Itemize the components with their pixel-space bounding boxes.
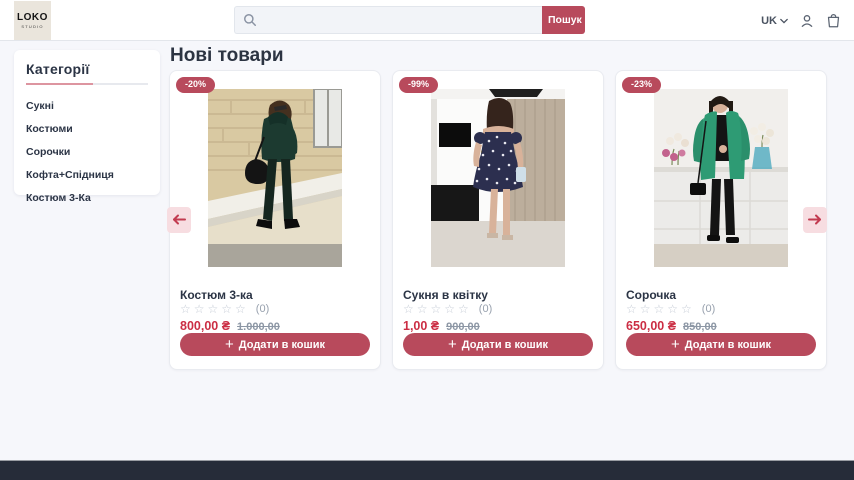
add-to-cart-button[interactable]: + Додати в кошик	[626, 333, 816, 356]
discount-badge: -99%	[399, 77, 438, 93]
language-label: UK	[761, 15, 777, 27]
footer	[0, 460, 854, 480]
rating: ☆☆☆☆☆ (0)	[180, 303, 269, 315]
search-button[interactable]: Пошук	[542, 6, 585, 34]
sidebar-item-kofta-spidnytsia[interactable]: Кофта+Спідниця	[26, 163, 148, 186]
carousel-prev-button[interactable]	[167, 207, 191, 233]
product-title[interactable]: Сорочка	[626, 288, 676, 302]
arrow-left-icon	[172, 213, 186, 228]
star-icons: ☆☆☆☆☆	[180, 303, 249, 315]
header: LOKO STUDIO Пошук UK	[0, 0, 854, 41]
price-row: 1,00 ₴ 900,00	[403, 319, 480, 333]
header-actions: UK	[761, 0, 841, 41]
add-to-cart-button[interactable]: + Додати в кошик	[180, 333, 370, 356]
cart-icon[interactable]	[826, 12, 841, 29]
product-card: -20%	[169, 70, 381, 370]
plus-icon: +	[671, 337, 680, 352]
rating-count: (0)	[256, 303, 269, 315]
rating: ☆☆☆☆☆ (0)	[403, 303, 492, 315]
product-image[interactable]	[654, 89, 788, 267]
sidebar-item-kostium-3-ka[interactable]: Костюм 3-Ка	[26, 186, 148, 209]
arrow-right-icon	[808, 213, 822, 228]
logo-subtext: STUDIO	[21, 25, 43, 29]
product-card: -99%	[392, 70, 604, 370]
add-to-cart-label: Додати в кошик	[239, 339, 325, 351]
rating-count: (0)	[479, 303, 492, 315]
add-to-cart-button[interactable]: + Додати в кошик	[403, 333, 593, 356]
sidebar-item-kostiumy[interactable]: Костюми	[26, 117, 148, 140]
old-price: 900,00	[446, 321, 480, 333]
old-price: 850,00	[683, 321, 717, 333]
price-row: 800,00 ₴ 1.000,00	[180, 319, 280, 333]
product-image[interactable]	[431, 89, 565, 267]
rating-count: (0)	[702, 303, 715, 315]
star-icons: ☆☆☆☆☆	[626, 303, 695, 315]
categories-title: Категорії	[26, 61, 148, 77]
price: 800,00 ₴	[180, 319, 230, 333]
product-title[interactable]: Сукня в квітку	[403, 288, 488, 302]
star-icons: ☆☆☆☆☆	[403, 303, 472, 315]
product-title[interactable]: Костюм 3-ка	[180, 288, 253, 302]
chevron-down-icon	[780, 15, 788, 27]
add-to-cart-label: Додати в кошик	[462, 339, 548, 351]
search-input[interactable]	[234, 6, 542, 34]
categories-panel: Категорії Сукні Костюми Сорочки Кофта+Сп…	[14, 50, 160, 195]
discount-badge: -20%	[176, 77, 215, 93]
account-icon[interactable]	[799, 13, 815, 29]
search-bar: Пошук	[234, 6, 585, 34]
categories-divider	[26, 83, 148, 85]
rating: ☆☆☆☆☆ (0)	[626, 303, 715, 315]
add-to-cart-label: Додати в кошик	[685, 339, 771, 351]
logo[interactable]: LOKO STUDIO	[14, 1, 51, 40]
product-card: -23%	[615, 70, 827, 370]
plus-icon: +	[225, 337, 234, 352]
categories-list: Сукні Костюми Сорочки Кофта+Спідниця Кос…	[26, 94, 148, 209]
old-price: 1.000,00	[237, 321, 280, 333]
language-selector[interactable]: UK	[761, 15, 788, 27]
discount-badge: -23%	[622, 77, 661, 93]
sidebar-item-sukni[interactable]: Сукні	[26, 94, 148, 117]
price-row: 650,00 ₴ 850,00	[626, 319, 717, 333]
carousel-next-button[interactable]	[803, 207, 827, 233]
page-title: Нові товари	[170, 45, 284, 67]
logo-text: LOKO	[17, 13, 48, 23]
price: 650,00 ₴	[626, 319, 676, 333]
price: 1,00 ₴	[403, 319, 439, 333]
product-image[interactable]	[208, 89, 342, 267]
plus-icon: +	[448, 337, 457, 352]
sidebar-item-sorochky[interactable]: Сорочки	[26, 140, 148, 163]
